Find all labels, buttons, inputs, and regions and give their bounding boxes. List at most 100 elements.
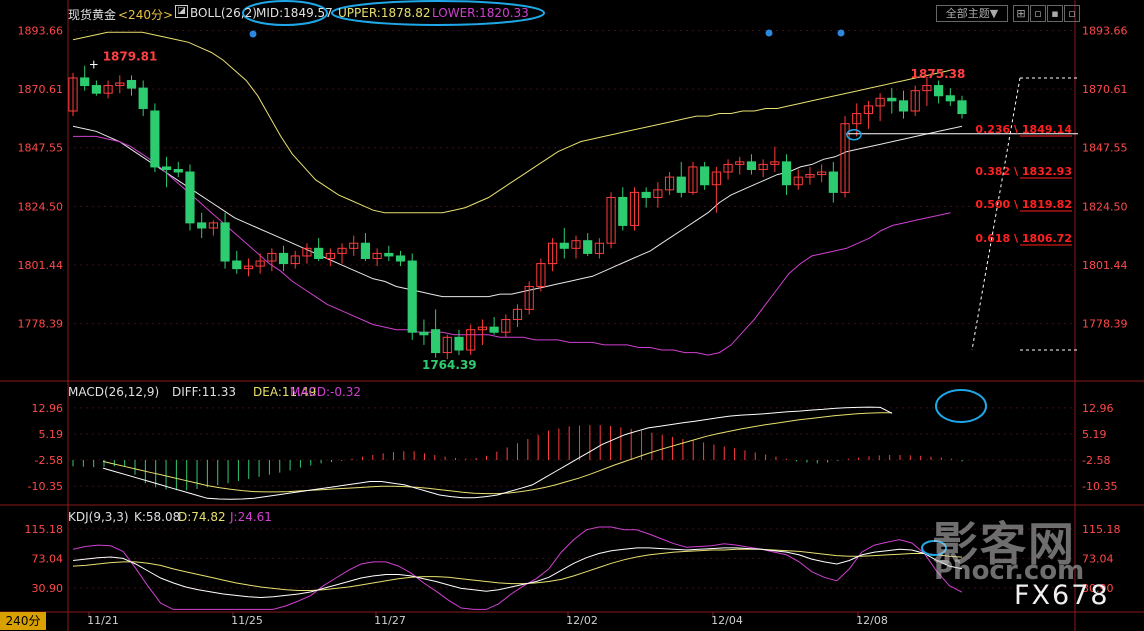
candle-body [232,260,242,270]
macd-diff-label: DIFF:11.33 [172,385,237,399]
candle-body [395,255,406,262]
price-tick-left: 1801.44 [18,259,64,272]
candle-body [781,161,792,186]
candle-body [618,196,628,226]
price-tick-right: 1801.44 [1082,259,1128,272]
panel-menu-icon[interactable]: ▫ [1064,5,1080,22]
candle-body [559,242,569,249]
macd-title: MACD(26,12,9) [68,385,160,399]
fib-level-label: 0.618 \ 1806.72 [975,232,1072,245]
projection-diagonal-line [971,77,1021,351]
price-tick-left: 1893.66 [18,24,64,37]
low-price-label: 1764.39 [422,358,477,372]
high-price-label: 1879.81 [103,50,158,64]
boll-mid-label: MID:1849.57 [256,6,333,20]
boll-mid-line [72,125,963,298]
candle-body [407,260,417,333]
candle-body [360,242,371,259]
macd-highlight-circle [935,389,987,423]
theme-button[interactable]: 全部主题▼ [936,5,1008,22]
watermark-fx678: FX678 [1014,580,1110,611]
macd-tick-left: 5.19 [39,428,64,441]
candle-body [80,77,90,87]
candle-body [489,326,499,333]
boll-lower-line [73,135,951,356]
diff-line [102,406,893,500]
dea-line [102,412,892,495]
candle-body [185,171,195,224]
kdj-panel[interactable] [68,526,1075,610]
candle-body [945,95,955,102]
candle-body [934,85,944,97]
date-label: 12/02 [566,614,598,627]
candle-body [419,331,429,336]
kdj-tick-left: 115.18 [25,523,64,536]
kdj-tick-left: 30.90 [32,582,64,595]
window-restore-icon[interactable]: ▫ [1030,5,1046,22]
date-label: 12/08 [856,614,888,627]
boll-lower-label: LOWER:1820.33 [432,6,529,20]
price-tick-right: 1847.55 [1082,142,1128,155]
candle-body [126,79,137,89]
macd-tick-right: -2.58 [1082,454,1110,467]
price-tick-right: 1778.39 [1082,318,1128,331]
signal-dot [837,29,845,37]
period-tag: <240分> [118,8,174,22]
price-tick-right: 1893.66 [1082,24,1128,37]
price-tick-right: 1824.50 [1082,200,1128,213]
candle-body [138,87,148,109]
macd-panel[interactable] [68,406,1075,500]
fib-level-label: 0.236 \ 1849.14 [975,123,1072,136]
price-tick-left: 1778.39 [18,318,64,331]
candle-body [641,191,651,198]
candle-body [173,168,183,173]
candle-body [700,166,710,186]
price-tick-left: 1847.55 [18,142,64,155]
macd-tick-left: 12.96 [32,402,64,415]
signal-dot [765,29,773,37]
macd-value-label: MACD:-0.32 [290,385,362,399]
close-panel-icon[interactable]: ▪ [1047,5,1063,22]
kdj-tick-right: 115.18 [1082,523,1121,536]
kdj-d-line [72,548,963,591]
macd-tick-left: -2.58 [35,454,63,467]
high-marker: + [89,58,99,72]
candle-body [957,100,967,115]
fib-level-label: 0.382 \ 1832.93 [975,165,1072,178]
signal-dot [249,30,257,38]
date-label: 11/25 [231,614,263,627]
date-label: 11/21 [87,614,119,627]
candle-body [278,252,289,265]
candle-body [197,222,207,229]
macd-tick-left: -10.35 [28,480,63,493]
boll-upper-label: UPPER:1878.82 [338,6,431,20]
candle-body [384,252,394,257]
indicator-icon[interactable]: ◪ [175,5,188,18]
kdj-k-label: K:58.08 [134,510,181,524]
kdj-tick-left: 73.04 [32,552,64,565]
candle-body [454,336,464,351]
date-label: 12/04 [711,614,743,627]
kdj-j-label: J:24.61 [230,510,272,524]
price-tick-left: 1870.61 [18,83,64,96]
candle-body [828,171,838,193]
boll-label: BOLL(26,2) [190,6,257,20]
candle-body [746,161,757,170]
macd-tick-right: 12.96 [1082,402,1114,415]
candle-body [583,240,593,254]
boll-upper-line [72,31,951,214]
kdj-tick-right: 73.04 [1082,552,1114,565]
fib-level-label: 0.500 \ 1819.82 [975,198,1072,211]
macd-tick-right: 5.19 [1082,428,1107,441]
candle-body [314,247,324,259]
period-button[interactable]: 240分 [0,612,46,630]
candle-body [220,222,230,262]
chart-settings-icon[interactable]: ⊞ [1013,5,1029,22]
candle-body [161,166,172,170]
candle-body [431,329,441,354]
kdj-j-line [72,526,963,610]
candle-body [676,176,686,193]
candle-body [150,110,160,168]
price-tick-right: 1870.61 [1082,83,1128,96]
candle-body [898,100,909,112]
